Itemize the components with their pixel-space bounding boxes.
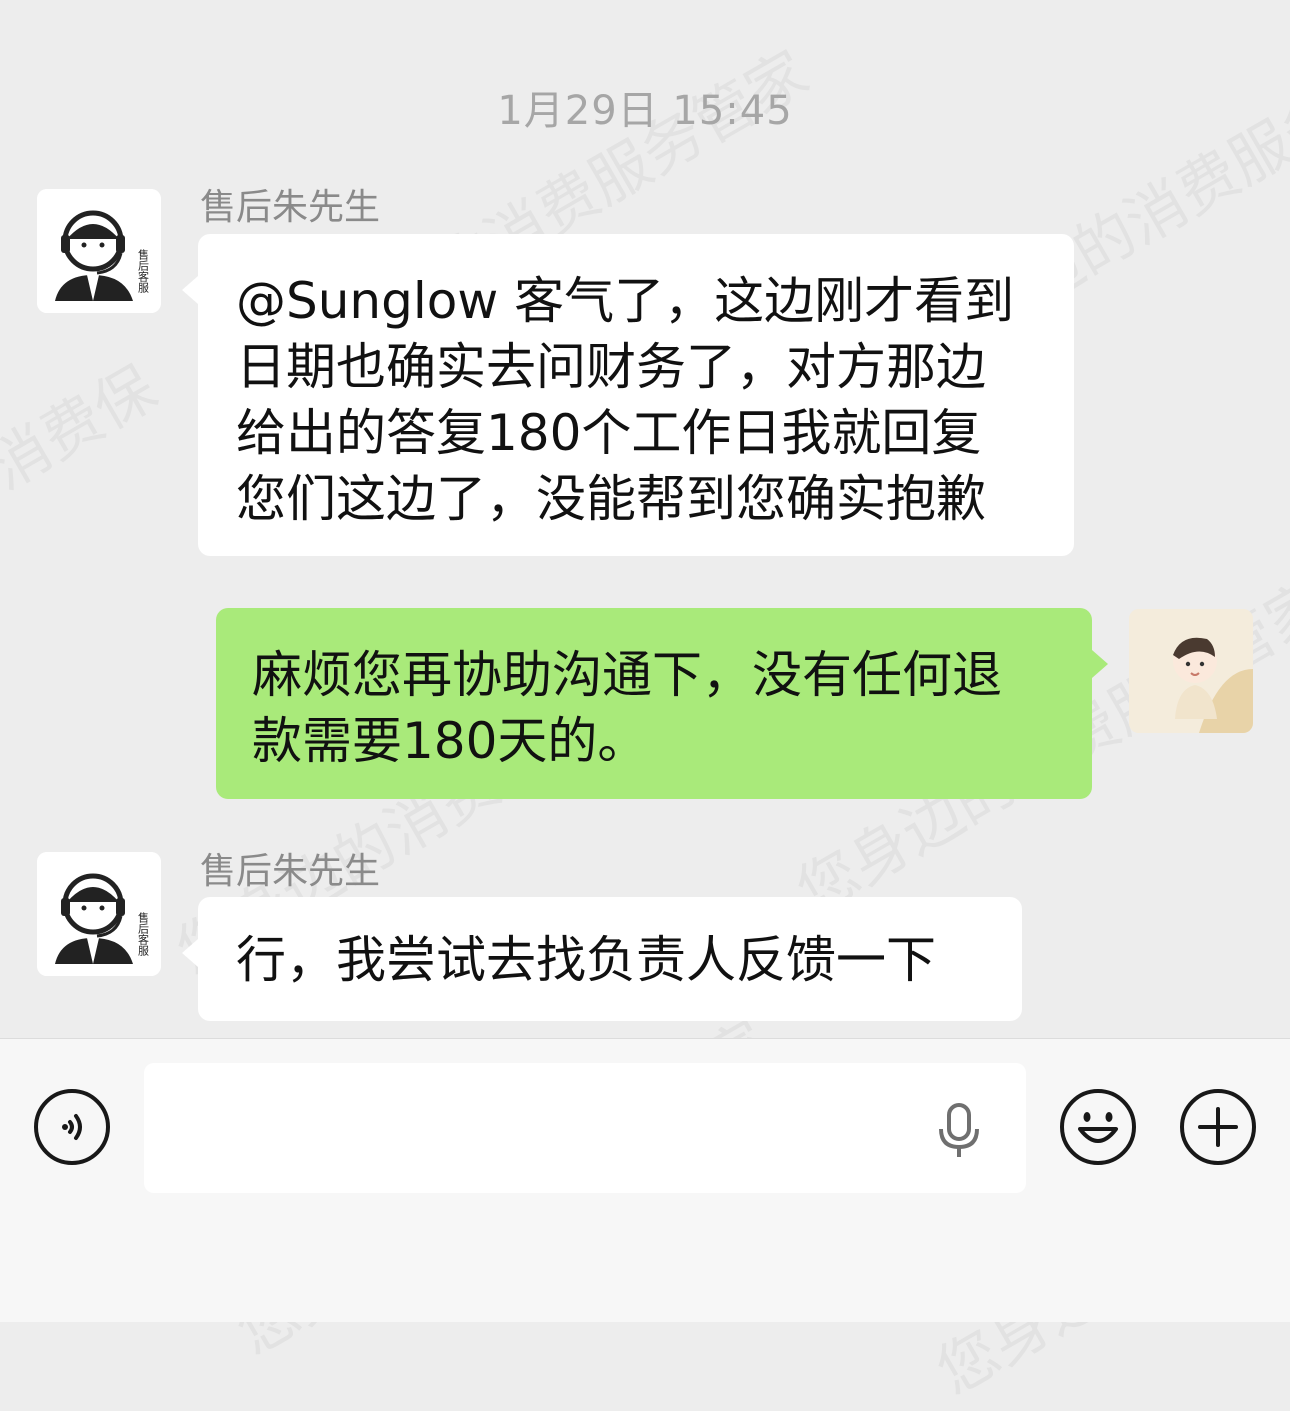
incoming-message-bubble[interactable]: 行，我尝试去找负责人反馈一下 — [182, 897, 1022, 1021]
plus-icon — [1180, 1089, 1256, 1165]
svg-text:售后客服: 售后客服 — [137, 248, 150, 294]
emoji-button[interactable] — [1058, 1087, 1138, 1167]
watermark: 消费保 — [0, 341, 170, 506]
child-portrait-icon — [1129, 609, 1253, 733]
message-text-line: 您们这边了，没能帮到您确实抱歉 — [236, 470, 986, 528]
chat-timestamp: 1月29日 15:45 — [497, 88, 793, 134]
message-input-bar — [0, 1038, 1290, 1322]
voice-toggle-icon — [34, 1089, 110, 1165]
sender-name: 售后朱先生 — [200, 851, 381, 892]
microphone-icon[interactable] — [934, 1101, 984, 1161]
message-text-line: 麻烦您再协助沟通下，没有任何退 — [252, 646, 1002, 704]
more-options-button[interactable] — [1178, 1087, 1258, 1167]
emoji-icon — [1060, 1089, 1136, 1165]
customer-service-agent-icon: 售后客服 — [37, 189, 161, 313]
outgoing-message-bubble[interactable]: 麻烦您再协助沟通下，没有任何退 款需要180天的。 — [216, 608, 1108, 799]
svg-text:售后客服: 售后客服 — [137, 911, 150, 957]
customer-service-agent-icon: 售后客服 — [37, 852, 161, 976]
sender-name: 售后朱先生 — [200, 187, 381, 228]
message-text-line: 给出的答复180个工作日我就回复 — [236, 404, 982, 462]
agent-avatar[interactable]: 售后客服 — [37, 852, 161, 976]
incoming-message-bubble[interactable]: @Sunglow 客气了，这边刚才看到 日期也确实去问财务了，对方那边 给出的答… — [182, 234, 1074, 556]
voice-toggle-button[interactable] — [32, 1087, 112, 1167]
message-text-line: @Sunglow 客气了，这边刚才看到 — [236, 272, 1015, 330]
message-text-line: 行，我尝试去找负责人反馈一下 — [236, 931, 936, 989]
message-input[interactable] — [144, 1063, 1026, 1193]
message-text-line: 款需要180天的。 — [252, 712, 648, 770]
user-avatar[interactable] — [1129, 609, 1253, 733]
message-text-line: 日期也确实去问财务了，对方那边 — [236, 338, 986, 396]
agent-avatar[interactable]: 售后客服 — [37, 189, 161, 313]
